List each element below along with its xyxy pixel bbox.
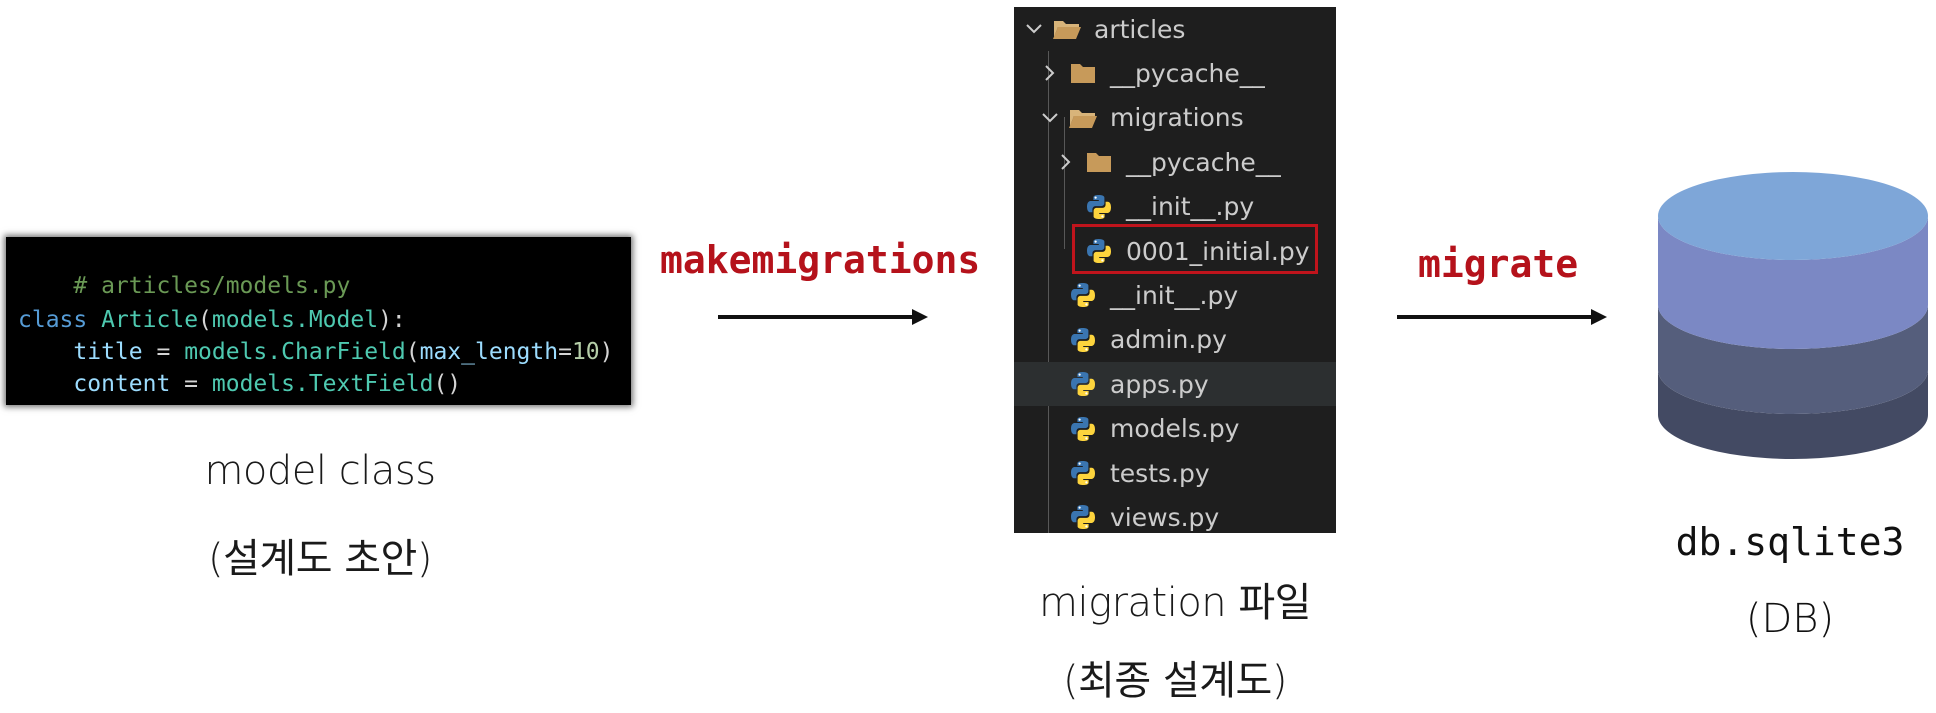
makemigrations-arrow-line xyxy=(718,315,914,319)
tree-item[interactable]: __init__.py xyxy=(1014,273,1336,317)
folder-icon xyxy=(1068,59,1098,87)
tree-item-label: apps.py xyxy=(1110,369,1209,399)
migrate-label: migrate xyxy=(1418,242,1579,286)
tree-item[interactable]: articles xyxy=(1014,7,1336,51)
code-line-title: title = models.CharField(max_length=10) xyxy=(73,339,614,365)
tree-item-label: __init__.py xyxy=(1110,280,1239,310)
folder-open-icon xyxy=(1052,15,1082,43)
tree-item-label: views.py xyxy=(1110,502,1220,532)
folder-icon xyxy=(1084,148,1114,176)
tree-item[interactable]: views.py xyxy=(1014,495,1336,539)
tree-item[interactable]: __init__.py xyxy=(1014,185,1336,229)
db-type-label: (DB) xyxy=(1745,596,1835,642)
code-line-class: class Article(models.Model): xyxy=(18,307,406,333)
tree-item-label: admin.py xyxy=(1110,325,1227,355)
python-file-icon xyxy=(1068,370,1098,398)
database-icon xyxy=(1658,172,1928,459)
tree-item[interactable]: tests.py xyxy=(1014,451,1336,495)
tree-item[interactable]: __pycache__ xyxy=(1014,51,1336,95)
python-file-icon xyxy=(1068,503,1098,531)
chevron-down-icon[interactable] xyxy=(1038,111,1062,125)
chevron-right-icon[interactable] xyxy=(1054,153,1078,171)
migration-caption-line2: (최종 설계도) xyxy=(1063,658,1287,704)
tree-item-label: articles xyxy=(1094,14,1186,44)
model-caption-line1: model class xyxy=(204,448,436,494)
migrate-arrow-line xyxy=(1397,315,1593,319)
tree-item-label: migrations xyxy=(1110,103,1244,133)
folder-open-icon xyxy=(1068,104,1098,132)
tree-item-label: __pycache__ xyxy=(1126,147,1281,177)
db-name-label: db.sqlite3 xyxy=(1675,520,1905,564)
python-file-icon xyxy=(1068,459,1098,487)
migration-caption-line1: migration 파일 xyxy=(1039,580,1311,626)
model-caption-line2: (설계도 초안) xyxy=(208,536,432,582)
database-layer-top xyxy=(1658,172,1928,260)
chevron-right-icon[interactable] xyxy=(1038,64,1062,82)
code-line-content: content = models.TextField() xyxy=(73,371,462,397)
migrate-arrow-head xyxy=(1591,309,1607,325)
python-file-icon xyxy=(1068,281,1098,309)
tree-item[interactable]: migrations xyxy=(1014,96,1336,140)
makemigrations-arrow-head xyxy=(912,309,928,325)
tree-item-label: __pycache__ xyxy=(1110,58,1265,88)
tree-item[interactable]: apps.py xyxy=(1014,362,1336,407)
tree-item-label: tests.py xyxy=(1110,458,1210,488)
code-snippet: # articles/models.py class Article(model… xyxy=(6,237,631,405)
new-migration-highlight xyxy=(1072,224,1318,274)
tree-item[interactable]: admin.py xyxy=(1014,318,1336,362)
python-file-icon xyxy=(1068,415,1098,443)
tree-item-label: __init__.py xyxy=(1126,192,1255,222)
tree-item[interactable]: models.py xyxy=(1014,407,1336,451)
tree-item[interactable]: __pycache__ xyxy=(1014,140,1336,184)
python-file-icon xyxy=(1068,326,1098,354)
tree-item-label: models.py xyxy=(1110,414,1240,444)
chevron-down-icon[interactable] xyxy=(1022,22,1046,36)
python-file-icon xyxy=(1084,193,1114,221)
makemigrations-label: makemigrations xyxy=(660,238,981,282)
